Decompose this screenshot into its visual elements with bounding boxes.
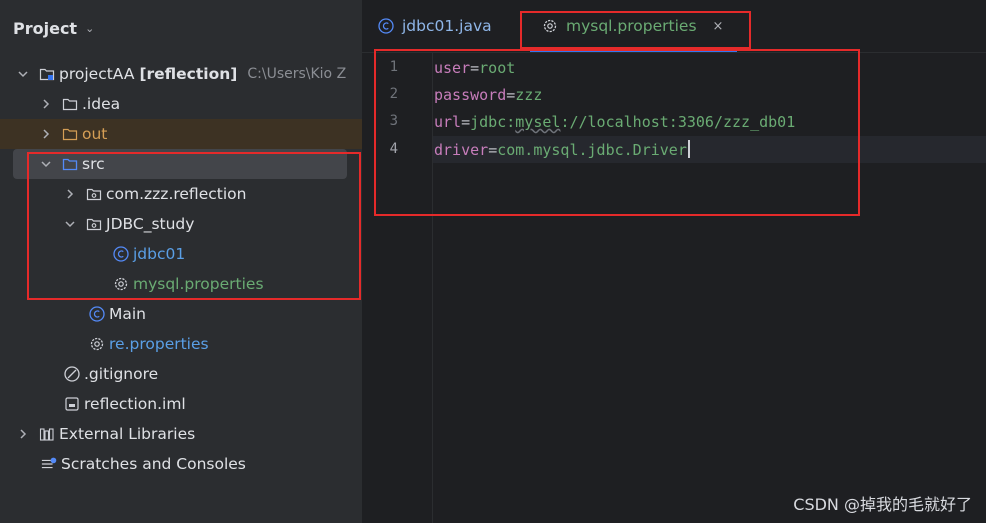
tree-item-out[interactable]: out xyxy=(0,119,362,149)
tree-item-external-libraries[interactable]: External Libraries xyxy=(0,419,362,449)
annotation-box-editor xyxy=(374,49,860,216)
tree-item-label: Main xyxy=(109,305,147,323)
folder-excluded-icon xyxy=(62,126,78,142)
tree-item-label: Scratches and Consoles xyxy=(61,455,246,473)
tree-item-label: .idea xyxy=(82,95,121,113)
watermark-text: CSDN @掉我的毛就好了 xyxy=(793,495,972,514)
module-folder-icon xyxy=(39,66,55,82)
chevron-right-icon[interactable] xyxy=(40,98,52,110)
project-view-selector[interactable]: Project ⌄ xyxy=(13,16,94,40)
libraries-icon xyxy=(39,426,55,442)
tree-item-label: out xyxy=(82,125,108,143)
chevron-right-icon[interactable] xyxy=(17,428,29,440)
class-icon xyxy=(378,18,394,34)
tree-item-label: .gitignore xyxy=(84,365,159,383)
chevron-down-icon: ⌄ xyxy=(85,21,95,35)
panel-title: Project xyxy=(13,18,78,38)
tree-item-label: reflection.iml xyxy=(84,395,186,413)
scratches-icon xyxy=(41,456,57,472)
tab-jdbc01-java[interactable]: jdbc01.java xyxy=(378,0,492,52)
tree-item-project-root[interactable]: projectAA [reflection] C:\Users\Kio Z xyxy=(0,59,362,89)
tree-item-label: External Libraries xyxy=(59,425,196,443)
module-name-label: [reflection] xyxy=(139,65,238,83)
properties-gear-icon xyxy=(89,336,105,352)
chevron-down-icon[interactable] xyxy=(17,68,29,80)
tree-item-gitignore[interactable]: .gitignore xyxy=(0,359,362,389)
tree-item-idea[interactable]: .idea xyxy=(0,89,362,119)
tree-item-re-properties[interactable]: re.properties xyxy=(0,329,362,359)
class-icon xyxy=(89,306,105,322)
annotation-box-tree xyxy=(27,152,361,300)
iml-file-icon xyxy=(64,396,80,412)
tree-item-label: projectAA xyxy=(59,65,135,83)
tab-label: jdbc01.java xyxy=(402,17,492,35)
chevron-right-icon[interactable] xyxy=(40,128,52,140)
tree-item-label: re.properties xyxy=(109,335,209,353)
tree-item-reflection-iml[interactable]: reflection.iml xyxy=(0,389,362,419)
annotation-box-tab xyxy=(520,11,751,49)
ignored-file-icon xyxy=(64,366,80,382)
project-path-label: C:\Users\Kio Z xyxy=(247,66,347,82)
tree-item-scratches[interactable]: Scratches and Consoles xyxy=(0,449,362,479)
folder-icon xyxy=(62,96,78,112)
tree-item-main[interactable]: Main xyxy=(0,299,362,329)
